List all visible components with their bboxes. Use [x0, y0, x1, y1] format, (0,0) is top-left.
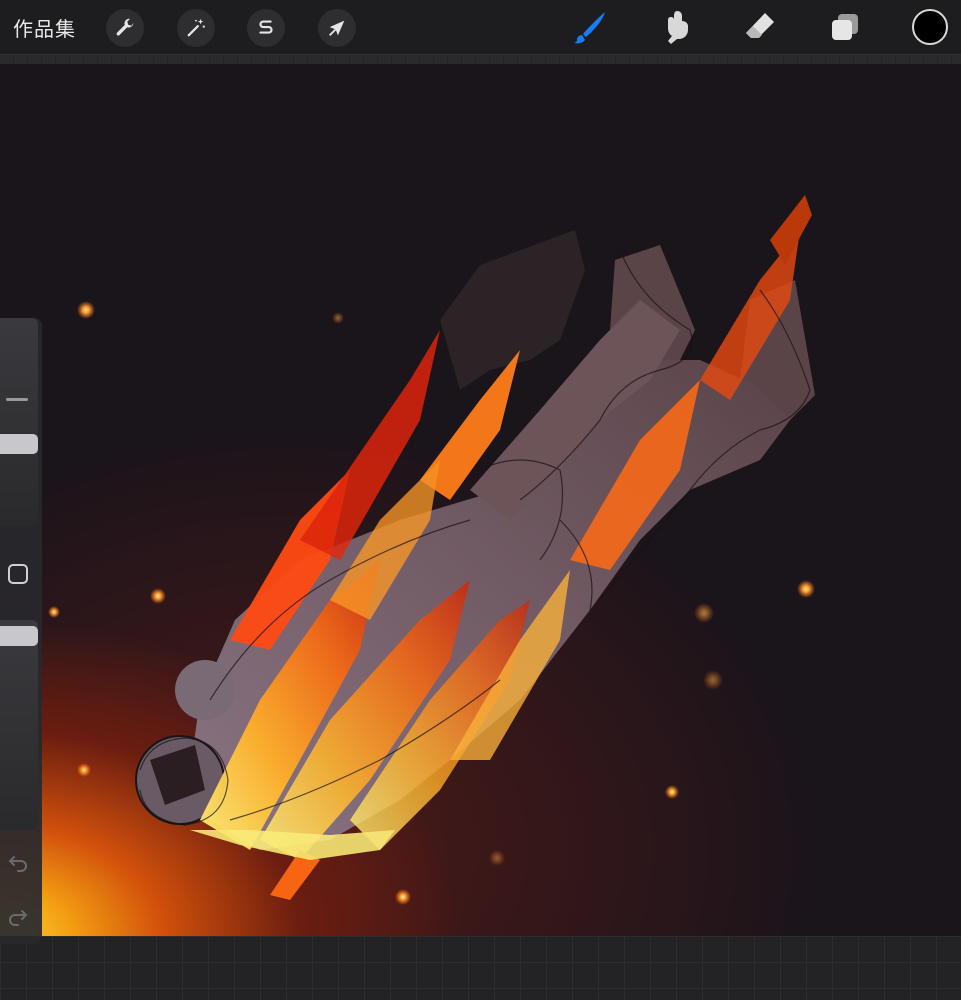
selection-button[interactable]	[247, 9, 285, 47]
undo-icon	[8, 856, 27, 872]
redo-button[interactable]	[4, 902, 32, 930]
smudge-tool-button[interactable]	[654, 7, 698, 47]
brush-size-thumb[interactable]	[0, 434, 38, 454]
artwork-illustration	[48, 195, 815, 905]
brush-size-slider[interactable]	[0, 318, 38, 526]
color-picker-button[interactable]	[912, 9, 948, 45]
left-sidebar	[0, 318, 42, 944]
brush-tool-button[interactable]	[568, 7, 612, 47]
magic-wand-icon	[187, 18, 205, 37]
opacity-slider[interactable]	[0, 620, 38, 830]
modify-button[interactable]	[4, 560, 32, 588]
undo-button[interactable]	[4, 848, 32, 876]
brush-icon	[574, 12, 605, 44]
smudge-finger-icon	[668, 11, 688, 44]
layers-icon	[832, 14, 858, 40]
redo-icon	[9, 910, 28, 926]
drawing-canvas[interactable]	[0, 64, 961, 936]
adjustments-button[interactable]	[177, 9, 215, 47]
opacity-thumb[interactable]	[0, 626, 38, 646]
gallery-button[interactable]: 作品集	[13, 13, 76, 42]
workspace-background	[0, 936, 961, 1000]
eraser-tool-button[interactable]	[738, 7, 782, 47]
wrench-icon	[116, 18, 134, 36]
top-toolbar: 作品集	[0, 0, 961, 54]
slider-tick	[6, 398, 28, 401]
transform-button[interactable]	[318, 9, 356, 47]
square-icon	[8, 564, 28, 584]
actions-button[interactable]	[106, 9, 144, 47]
arrow-cursor-icon	[329, 20, 345, 36]
eraser-icon	[746, 13, 774, 38]
selection-s-icon	[259, 20, 273, 34]
layers-button[interactable]	[823, 7, 867, 47]
